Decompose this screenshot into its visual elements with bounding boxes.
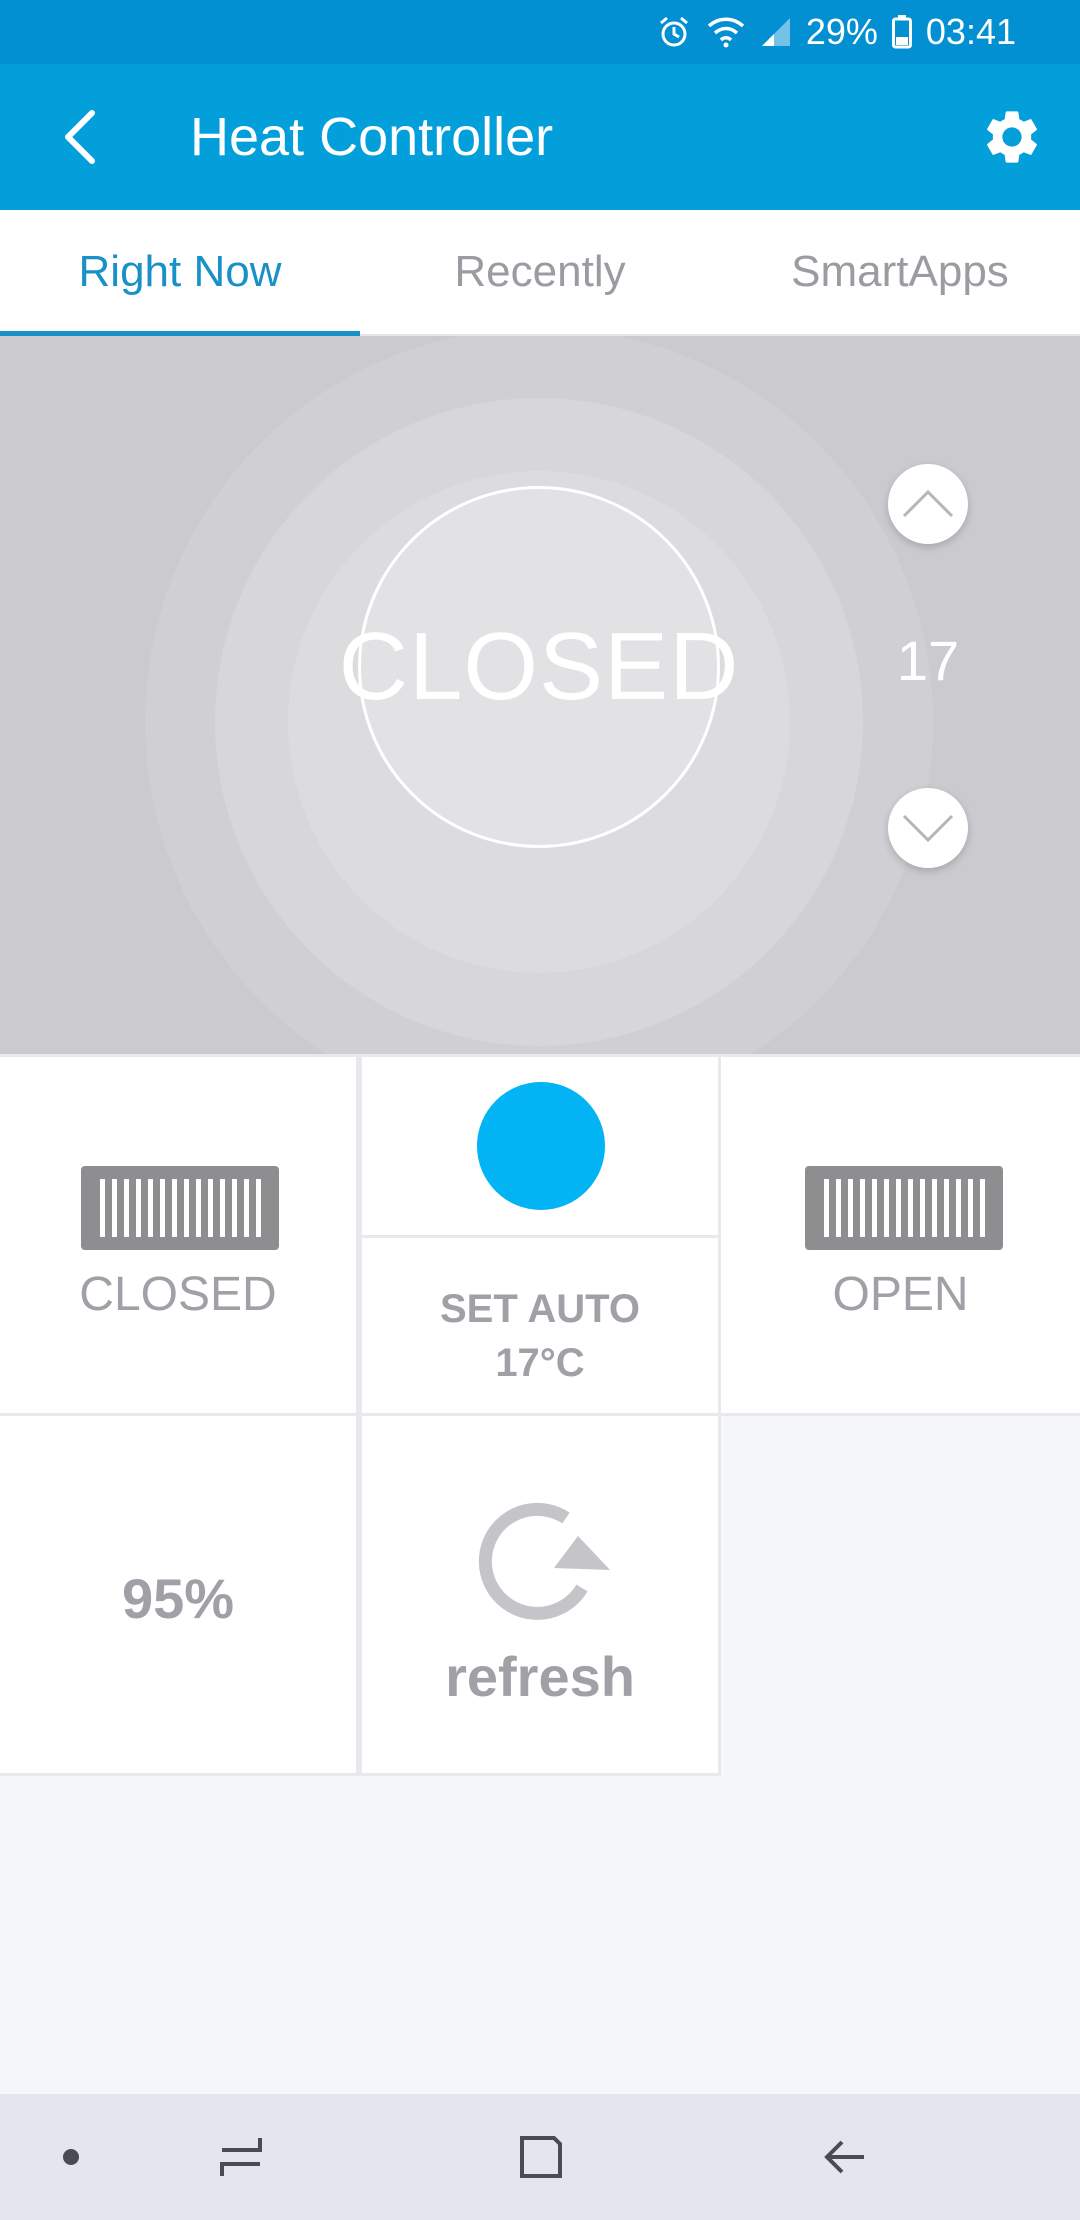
tile-open[interactable]: OPEN [718, 1054, 1080, 1416]
tab-recently[interactable]: Recently [360, 210, 720, 334]
setpoint-value: 17 [896, 629, 960, 692]
dot-icon [63, 2149, 79, 2165]
app-bar: Heat Controller [0, 64, 1080, 210]
battery-icon [891, 15, 912, 49]
tile-open-label: OPEN [832, 1268, 969, 1321]
vent-open-icon [805, 1166, 1003, 1250]
vent-closed-icon [81, 1166, 279, 1250]
home-icon [520, 2136, 562, 2178]
system-nav-bar [0, 2094, 1080, 2220]
back-button[interactable] [40, 97, 120, 177]
tile-percentage: 95% [0, 1413, 359, 1776]
tab-bar: Right Now Recently SmartApps [0, 210, 1080, 336]
status-bar: 29% 03:41 [0, 0, 1080, 64]
chevron-up-icon [902, 489, 954, 518]
tile-closed-label: CLOSED [79, 1268, 277, 1321]
mode-label: SET AUTO [439, 1287, 641, 1331]
tile-set-auto[interactable]: SET AUTO 17°C [359, 1235, 721, 1416]
alarm-icon [656, 14, 692, 50]
signal-icon [760, 14, 792, 50]
tile-closed[interactable]: CLOSED [0, 1054, 359, 1416]
clock: 03:41 [925, 11, 1016, 52]
status-indicator-dot [477, 1082, 605, 1210]
status-circle[interactable]: CLOSED [339, 486, 738, 848]
percentage-value: 95% [121, 1567, 235, 1630]
wifi-icon [706, 14, 746, 50]
recent-apps-button[interactable] [206, 2122, 276, 2192]
refresh-icon [478, 1502, 610, 1620]
mode-temperature: 17°C [495, 1341, 585, 1385]
back-arrow-icon [824, 2140, 864, 2174]
tile-indicator[interactable] [359, 1054, 721, 1238]
chevron-down-icon [902, 814, 954, 843]
recent-apps-icon [220, 2138, 262, 2176]
refresh-button[interactable]: refresh [359, 1413, 721, 1776]
status-icons: 29% 03:41 [656, 0, 1016, 64]
nav-dot-button[interactable] [36, 2122, 106, 2192]
tab-right-now[interactable]: Right Now [0, 210, 360, 336]
home-button[interactable] [506, 2122, 576, 2192]
gear-icon [987, 111, 1037, 163]
status-text: CLOSED [338, 613, 740, 720]
decrease-setpoint-button[interactable] [888, 788, 968, 868]
thermostat-panel: CLOSED 17 [0, 336, 1080, 1054]
settings-button[interactable] [972, 97, 1052, 177]
tab-smartapps[interactable]: SmartApps [720, 210, 1080, 334]
refresh-label: refresh [445, 1645, 635, 1708]
page-title: Heat Controller [190, 107, 554, 167]
battery-percent: 29% [805, 11, 878, 52]
back-nav-button[interactable] [810, 2122, 880, 2192]
chevron-left-icon [65, 110, 95, 164]
increase-setpoint-button[interactable] [888, 464, 968, 544]
